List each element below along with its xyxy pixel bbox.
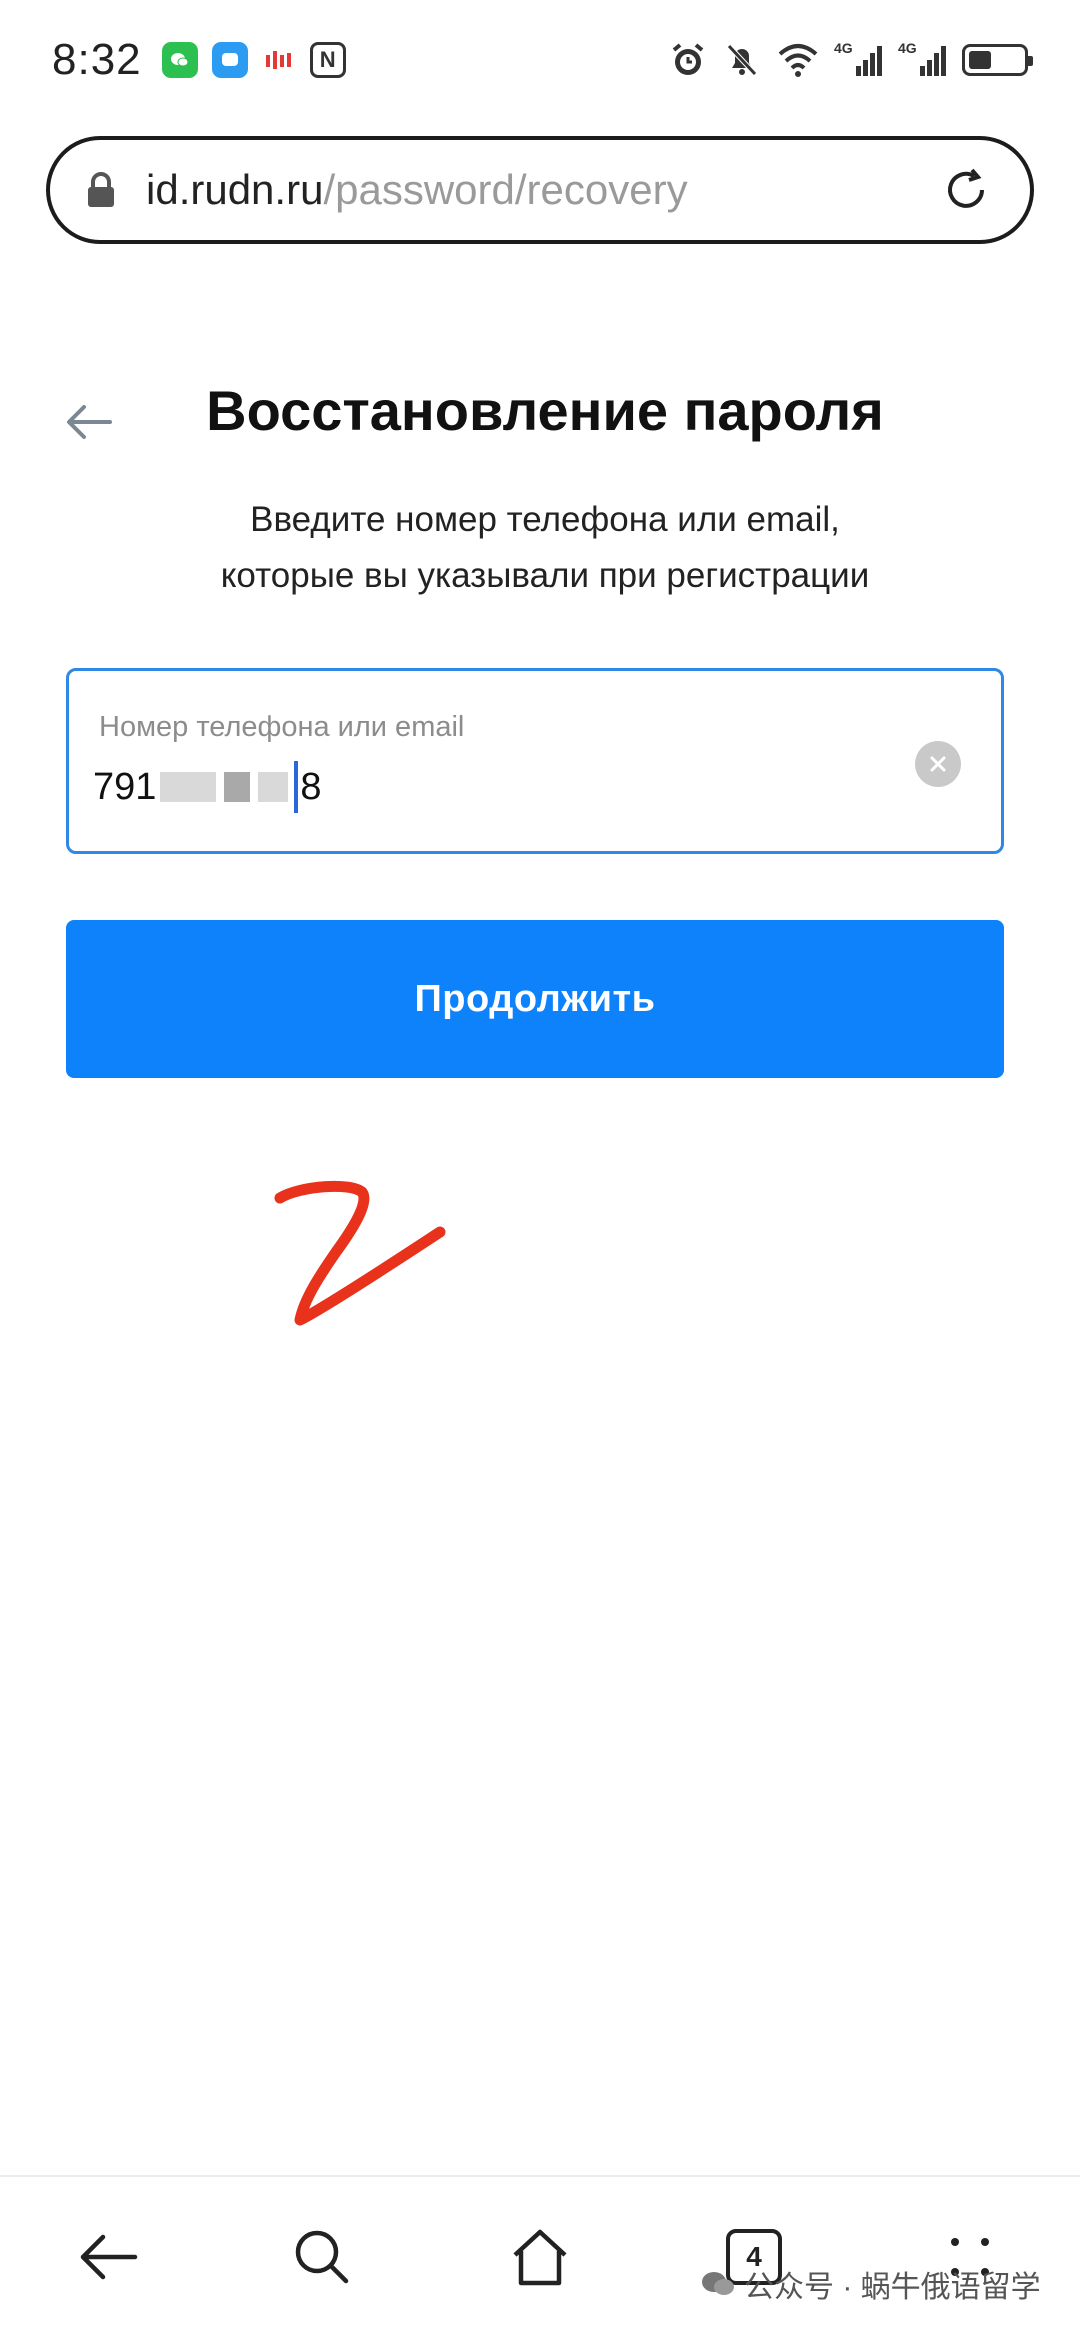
redaction-mask	[224, 772, 251, 802]
nav-home-button[interactable]	[500, 2217, 580, 2297]
watermark-text: 公众号 · 蜗牛俄语留学	[744, 2271, 1041, 2304]
wechat-notification-icon	[161, 42, 198, 78]
message-notification-icon	[211, 42, 248, 78]
close-icon	[930, 756, 946, 772]
alarm-icon	[672, 43, 704, 75]
network-type-2: 4G	[898, 40, 917, 56]
subtitle-line-1: Введите номер телефона или email,	[250, 500, 840, 539]
url-path: /password/recovery	[323, 166, 688, 213]
subtitle-line-2: которые вы указывали при регистрации	[220, 556, 870, 595]
network-type-1: 4G	[834, 40, 853, 56]
status-right: 4G 4G	[668, 40, 1033, 80]
status-bar: 8:32 N 4G 4G	[0, 0, 1080, 120]
page-title: Восстановление пароля	[206, 379, 884, 442]
page-subtitle: Введите номер телефона или email, которы…	[0, 492, 1080, 604]
watermark: 公众号 · 蜗牛俄语留学	[700, 2262, 1041, 2306]
back-icon	[80, 2234, 138, 2280]
status-time: 8:32	[52, 35, 142, 84]
field-value[interactable]: 791 8	[93, 761, 322, 813]
field-label: Номер телефона или email	[99, 711, 465, 743]
url-text[interactable]: id.rudn.ru/password/recovery	[146, 166, 938, 214]
home-icon	[513, 2229, 567, 2286]
wifi-icon	[778, 44, 818, 77]
app-notification-icon	[262, 43, 296, 77]
battery-icon	[962, 44, 1033, 76]
text-cursor	[294, 761, 299, 813]
redaction-mask	[160, 772, 217, 802]
battery-level	[969, 51, 991, 69]
field-value-end: 8	[300, 765, 322, 808]
nav-back-button[interactable]	[68, 2217, 148, 2297]
browser-bottom-nav: 4	[0, 2175, 1080, 2331]
nav-search-button[interactable]	[282, 2217, 362, 2297]
wechat-logo-icon	[702, 2272, 734, 2295]
signal-2-icon: 4G	[898, 40, 948, 78]
reload-icon[interactable]	[938, 162, 994, 218]
continue-button[interactable]: Продолжить	[66, 920, 1004, 1078]
url-host: id.rudn.ru	[146, 166, 324, 213]
handwritten-number-annotation	[274, 1180, 446, 1326]
address-bar[interactable]: id.rudn.ru/password/recovery	[46, 136, 1034, 244]
phone-or-email-field[interactable]: Номер телефона или email 791 8	[66, 668, 1004, 854]
lock-icon	[88, 172, 114, 207]
search-icon	[295, 2230, 349, 2284]
field-value-start: 791	[93, 765, 157, 808]
status-left: 8:32 N	[52, 35, 346, 85]
signal-1-icon: 4G	[834, 40, 884, 78]
clear-input-button[interactable]	[915, 741, 961, 787]
nfc-icon: N	[309, 42, 346, 78]
redaction-mask	[258, 772, 289, 802]
mute-bell-icon	[727, 44, 757, 76]
